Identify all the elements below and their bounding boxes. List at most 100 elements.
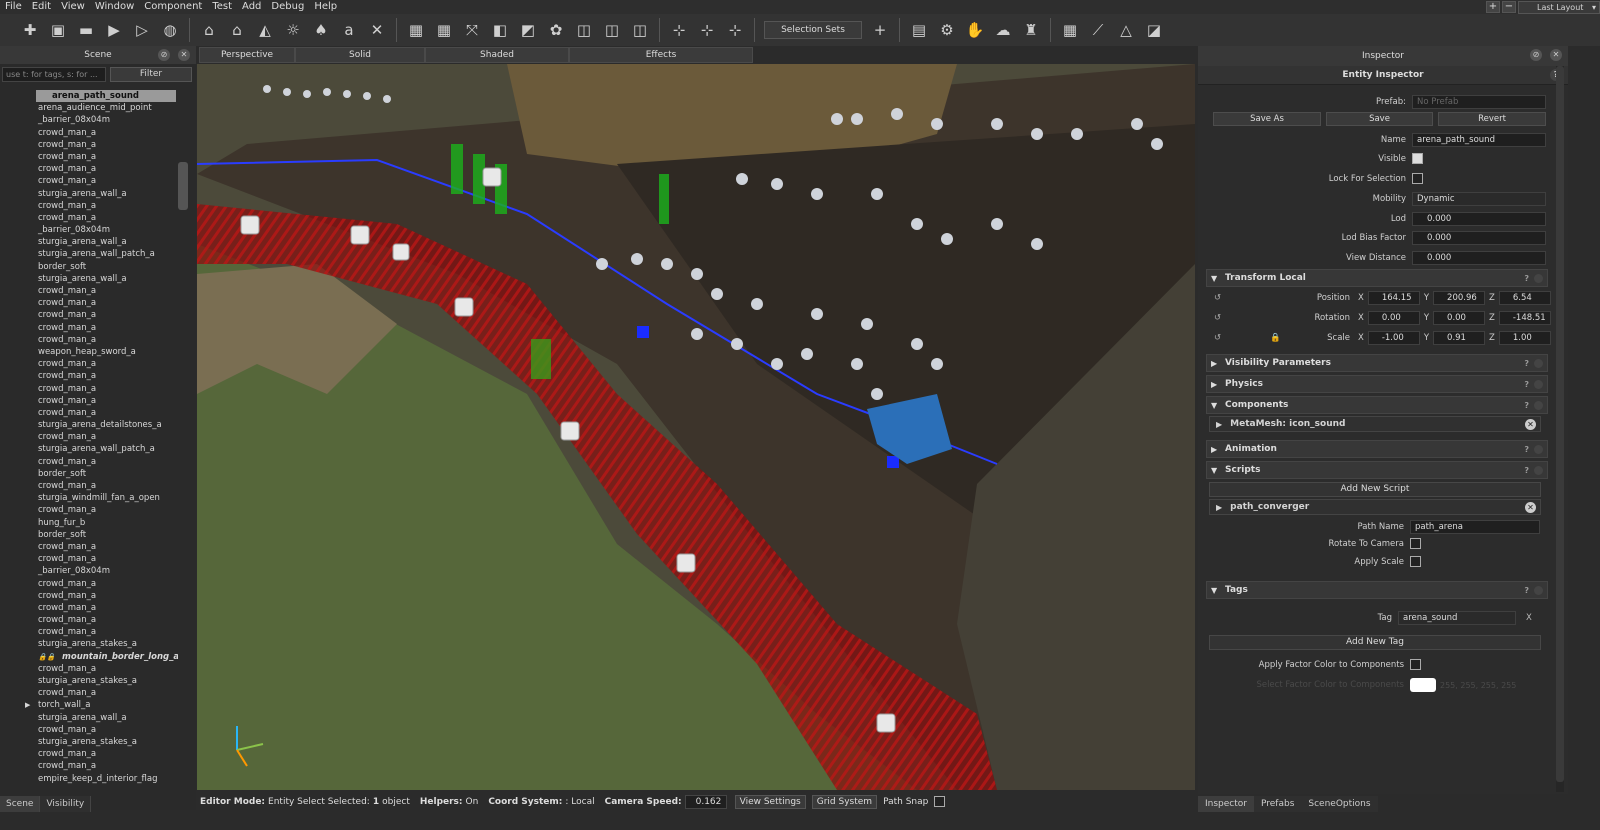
factor-color-swatch[interactable] bbox=[1410, 678, 1436, 692]
scene-item[interactable]: weapon_heap_sword_a bbox=[0, 346, 178, 358]
gear-icon[interactable]: ⚙ bbox=[936, 19, 958, 41]
menu-add[interactable]: Add bbox=[237, 0, 266, 14]
section-toggle-icon[interactable] bbox=[1534, 379, 1543, 389]
section-toggle-icon[interactable] bbox=[1534, 400, 1543, 410]
scene-item[interactable]: sturgia_arena_stakes_a bbox=[0, 638, 178, 650]
layout-add-button[interactable]: + bbox=[1486, 1, 1500, 13]
menu-component[interactable]: Component bbox=[139, 0, 207, 14]
path-node[interactable] bbox=[887, 456, 899, 468]
inspector-scrollbar[interactable] bbox=[1556, 66, 1564, 792]
scene-item[interactable]: sturgia_windmill_fan_a_open bbox=[0, 492, 178, 504]
warning-icon[interactable]: △ bbox=[1115, 19, 1137, 41]
coord-system-value[interactable]: : Local bbox=[565, 797, 594, 807]
help-icon[interactable]: ? bbox=[1524, 380, 1529, 389]
path-snap-checkbox[interactable] bbox=[934, 796, 946, 807]
lod-bias-input[interactable]: 0.000 bbox=[1412, 231, 1546, 245]
hut-icon[interactable]: ◭ bbox=[254, 19, 276, 41]
section-toggle-icon[interactable] bbox=[1534, 358, 1543, 368]
scene-item[interactable]: crowd_man_a bbox=[0, 578, 178, 590]
scene-item[interactable]: sturgia_arena_wall_a bbox=[0, 712, 178, 724]
physics-section[interactable]: ▶ Physics ? bbox=[1206, 375, 1548, 393]
scene-scrollbar[interactable] bbox=[178, 162, 188, 210]
tab-shaded[interactable]: Shaded bbox=[425, 47, 569, 63]
scene-item[interactable]: hung_fur_b bbox=[0, 517, 178, 529]
lock-icon[interactable]: 🔒🔒 bbox=[38, 651, 55, 663]
scene-item[interactable]: crowd_man_a bbox=[0, 285, 178, 297]
close-icon[interactable]: ✕ bbox=[1550, 49, 1562, 61]
menu-help[interactable]: Help bbox=[309, 0, 342, 14]
scene-item[interactable]: border_soft bbox=[0, 529, 178, 541]
add-new-script-button[interactable]: Add New Script bbox=[1209, 482, 1541, 497]
scene-item[interactable]: crowd_man_a bbox=[0, 541, 178, 553]
scene-item[interactable]: _barrier_08x04m bbox=[0, 114, 178, 126]
play-icon[interactable]: ▶ bbox=[103, 19, 125, 41]
box-icon[interactable]: ◫ bbox=[629, 19, 651, 41]
reset-icon[interactable]: ↺ bbox=[1214, 313, 1298, 323]
puzzle-icon[interactable]: ✿ bbox=[545, 19, 567, 41]
menu-test[interactable]: Test bbox=[207, 0, 237, 14]
position-y[interactable]: 200.96 bbox=[1433, 291, 1486, 305]
cube-icon[interactable]: ▦ bbox=[405, 19, 427, 41]
console-icon[interactable]: ◪ bbox=[1143, 19, 1165, 41]
scene-item[interactable]: 🔒🔒 mountain_border_long_a bbox=[0, 651, 178, 663]
section-toggle-icon[interactable] bbox=[1534, 465, 1543, 475]
menu-debug[interactable]: Debug bbox=[266, 0, 309, 14]
scene-item[interactable]: empire_keep_d_interior_flag bbox=[0, 773, 178, 785]
save-button[interactable]: Save bbox=[1326, 112, 1433, 126]
tower-icon[interactable]: ♜ bbox=[1020, 19, 1042, 41]
apply-scale-checkbox[interactable] bbox=[1410, 556, 1421, 567]
tab-effects[interactable]: Effects bbox=[569, 47, 753, 63]
scene-item[interactable]: crowd_man_a bbox=[0, 614, 178, 626]
cube-icon[interactable]: ▦ bbox=[1059, 19, 1081, 41]
bulb-icon[interactable]: ☼ bbox=[282, 19, 304, 41]
tags-section[interactable]: ▼ Tags ? bbox=[1206, 581, 1548, 599]
lod-input[interactable]: 0.000 bbox=[1412, 212, 1546, 226]
mesh-icon[interactable]: ◩ bbox=[517, 19, 539, 41]
remove-script-icon[interactable]: ✕ bbox=[1525, 501, 1536, 513]
tab-perspective[interactable]: Perspective bbox=[199, 47, 295, 63]
components-section[interactable]: ▼ Components ? bbox=[1206, 396, 1548, 414]
tag-dropdown[interactable]: arena_sound bbox=[1398, 611, 1516, 625]
tab-scene-options[interactable]: SceneOptions bbox=[1301, 796, 1378, 812]
snap-icon[interactable]: ⊹ bbox=[696, 19, 718, 41]
help-icon[interactable]: ? bbox=[1524, 359, 1529, 368]
scene-item[interactable]: crowd_man_a bbox=[0, 383, 178, 395]
box-icon[interactable]: ◫ bbox=[573, 19, 595, 41]
save-as-button[interactable]: Save As bbox=[1213, 112, 1321, 126]
hand-icon[interactable]: ✋ bbox=[964, 19, 986, 41]
tab-prefabs[interactable]: Prefabs bbox=[1253, 796, 1302, 812]
path-node[interactable] bbox=[637, 326, 649, 338]
section-toggle-icon[interactable] bbox=[1534, 444, 1543, 454]
remove-tag-button[interactable]: X bbox=[1526, 613, 1532, 623]
script-path-converger[interactable]: ▶ path_converger ✕ bbox=[1209, 499, 1541, 515]
scene-item[interactable]: crowd_man_a bbox=[0, 334, 178, 346]
scene-item[interactable]: crowd_man_a bbox=[0, 687, 178, 699]
chevron-right-icon[interactable]: ▶ bbox=[25, 699, 30, 711]
metamesh-component[interactable]: ▶ MetaMesh: icon_sound ✕ bbox=[1209, 416, 1541, 432]
add-selection-set-button[interactable]: + bbox=[869, 19, 891, 41]
rotation-y[interactable]: 0.00 bbox=[1433, 311, 1486, 325]
close-icon[interactable]: ✕ bbox=[178, 49, 190, 61]
animation-section[interactable]: ▶ Animation ? bbox=[1206, 440, 1548, 458]
scene-item[interactable]: crowd_man_a bbox=[0, 175, 178, 187]
help-icon[interactable]: ? bbox=[1524, 466, 1529, 475]
reset-icon[interactable]: ↺ bbox=[1214, 293, 1298, 303]
house-icon[interactable]: ⌂ bbox=[198, 19, 220, 41]
scene-item[interactable]: crowd_man_a bbox=[0, 127, 178, 139]
scene-item[interactable]: crowd_man_a bbox=[0, 297, 178, 309]
scene-item[interactable]: sturgia_arena_wall_a bbox=[0, 188, 178, 200]
tab-visibility[interactable]: Visibility bbox=[40, 796, 92, 812]
scene-item[interactable]: crowd_man_a bbox=[0, 370, 178, 382]
scene-filter-input[interactable]: use t: for tags, s: for ... bbox=[2, 66, 106, 82]
add-new-tag-button[interactable]: Add New Tag bbox=[1209, 635, 1541, 650]
scene-item[interactable]: crowd_man_a bbox=[0, 309, 178, 321]
scene-item[interactable]: crowd_man_a bbox=[0, 456, 178, 468]
path-name-input[interactable]: path_arena bbox=[1410, 520, 1540, 534]
mobility-dropdown[interactable]: Dynamic bbox=[1412, 192, 1546, 206]
remove-component-icon[interactable]: ✕ bbox=[1525, 418, 1536, 430]
transform-section[interactable]: ▼ Transform Local ? bbox=[1206, 269, 1548, 287]
snap-icon[interactable]: ⊹ bbox=[668, 19, 690, 41]
menu-view[interactable]: View bbox=[56, 0, 90, 14]
cube-select-icon[interactable]: ▦ bbox=[433, 19, 455, 41]
position-z[interactable]: 6.54 bbox=[1498, 291, 1551, 305]
